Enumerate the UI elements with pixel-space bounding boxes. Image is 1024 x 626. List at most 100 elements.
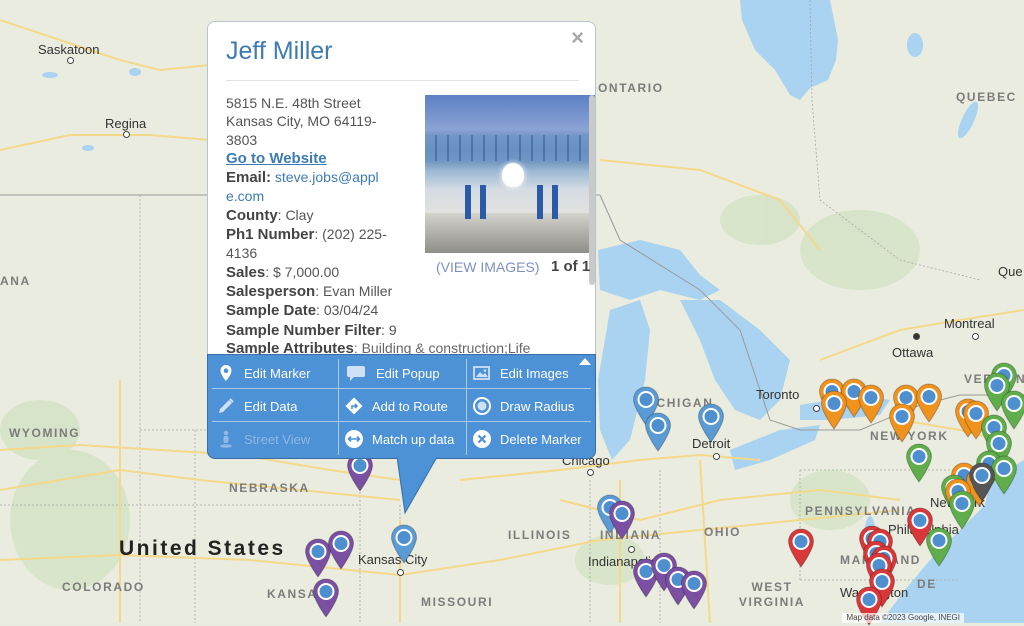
map-marker-green[interactable] [905, 443, 933, 483]
sample-number-row: Sample Number Filter: 9 [226, 321, 416, 340]
divider [226, 80, 579, 81]
draw-radius-label: Draw Radius [500, 398, 575, 414]
region-label-west-virginia: WEST VIRGINIA [738, 580, 806, 609]
street-view-label: Street View [244, 431, 311, 447]
sales-value: : $ 7,000.00 [265, 263, 340, 280]
county-row: County: Clay [226, 206, 416, 225]
popup-details: 5815 N.E. 48th Street Kansas City, MO 64… [226, 94, 416, 340]
map-pin-icon [312, 578, 340, 618]
email-label: Email: [226, 169, 272, 187]
city-dot [123, 131, 130, 138]
match-up-data-button[interactable]: Match up data [344, 423, 454, 455]
speech-bubble-icon [347, 366, 365, 381]
map-attribution[interactable]: Map data ©2023 Google, INEGI [842, 613, 964, 623]
street-view-button[interactable]: Street View [216, 423, 310, 455]
draw-radius-button[interactable]: Draw Radius [472, 390, 574, 422]
map-marker-purple[interactable] [312, 578, 340, 618]
map-marker-blue[interactable] [697, 403, 725, 443]
edit-marker-label: Edit Marker [244, 365, 311, 381]
map-pin-icon [925, 527, 953, 567]
sales-row: Sales: $ 7,000.00 [226, 263, 416, 282]
city-dot [587, 469, 594, 476]
city-dot [397, 569, 404, 576]
map-marker-green[interactable] [925, 527, 953, 567]
edit-marker-button[interactable]: Edit Marker [216, 357, 310, 389]
delete-x-icon [473, 430, 491, 448]
city-label-saskatoon: Saskatoon [38, 42, 100, 57]
map-marker-purple[interactable] [608, 500, 636, 540]
edit-popup-button[interactable]: Edit Popup [344, 357, 440, 389]
match-arrows-icon [345, 430, 363, 448]
region-label-nebraska: NEBRASKA [229, 481, 310, 495]
map-marker-orange[interactable] [820, 390, 848, 430]
close-icon[interactable]: × [571, 27, 584, 49]
map-marker-orange[interactable] [857, 384, 885, 424]
map-pin-icon [857, 384, 885, 424]
map-marker-purple[interactable] [327, 530, 355, 570]
delete-marker-label: Delete Marker [500, 431, 582, 447]
map-marker-purple[interactable] [680, 570, 708, 610]
map-marker-green[interactable] [948, 490, 976, 530]
image-floor [425, 213, 595, 253]
city-dot [972, 333, 979, 340]
salesperson-value: : Evan Miller [315, 282, 393, 299]
collapse-toolbar-icon[interactable] [579, 358, 591, 365]
map-pin-icon [220, 365, 232, 381]
email-value-cont[interactable]: e.com [226, 187, 416, 205]
edit-data-button[interactable]: Edit Data [216, 390, 297, 422]
phone-row: Ph1 Number: (202) 225- [226, 225, 416, 244]
map-marker-orange[interactable] [915, 383, 943, 423]
apple-logo-icon [502, 163, 524, 187]
map-pin-icon [697, 403, 725, 443]
map-pin-icon [644, 412, 672, 452]
address-line-1: 5815 N.E. 48th Street [226, 95, 361, 111]
map-marker-blue[interactable] [644, 412, 672, 452]
map-marker-blue[interactable] [390, 524, 418, 564]
image-figure [480, 185, 486, 219]
map-pin-icon [327, 530, 355, 570]
map-pin-icon [905, 443, 933, 483]
add-to-route-button[interactable]: Add to Route [344, 390, 448, 422]
map-pin-icon [787, 528, 815, 568]
county-label: County [226, 206, 278, 224]
city-label-montreal: Montreal [944, 316, 995, 331]
address-line-2: Kansas City, MO 64119- [226, 113, 377, 130]
address-line-3: 3803 [226, 131, 258, 148]
popup-scrollbar[interactable] [589, 95, 595, 285]
image-figure [465, 185, 471, 219]
popup-card: × Jeff Miller 5815 N.E. 48th Street Kans… [207, 21, 596, 356]
map-marker-orange[interactable] [888, 403, 916, 443]
marker-popup: × Jeff Miller 5815 N.E. 48th Street Kans… [207, 21, 596, 515]
region-label-illinois: ILLINOIS [508, 528, 572, 542]
region-label-delaware: DE [917, 577, 937, 591]
image-figure [537, 185, 543, 219]
county-value: : Clay [277, 206, 314, 223]
website-link[interactable]: Go to Website [226, 150, 327, 167]
country-label: United States [119, 537, 286, 560]
popup-title: Jeff Miller [226, 37, 333, 65]
marker-image[interactable] [425, 95, 595, 253]
add-to-route-label: Add to Route [372, 398, 448, 414]
region-label-missouri: MISSOURI [421, 595, 494, 609]
delete-marker-button[interactable]: Delete Marker [472, 423, 582, 455]
map-pin-icon [888, 403, 916, 443]
view-images-link[interactable]: (VIEW IMAGES) [436, 259, 539, 275]
phone-value: : (202) 225- [314, 226, 387, 243]
map-pin-icon [390, 524, 418, 564]
region-label-pennsylvania: PENNSYLVANIA [805, 504, 917, 518]
email-value[interactable]: steve.jobs@appl [275, 169, 379, 185]
pegman-icon [220, 430, 232, 448]
sample-date-label: Sample Date [226, 302, 317, 320]
map-marker-red[interactable] [787, 528, 815, 568]
region-label-ontario: ONTARIO [598, 81, 664, 95]
email-row: Email: steve.jobs@appl [226, 168, 416, 187]
salesperson-label: Salesperson [226, 282, 316, 300]
image-count: 1 of 1 [551, 258, 591, 275]
region-label-montana: ANA [0, 274, 31, 288]
edit-images-button[interactable]: Edit Images [472, 357, 569, 389]
divider [466, 359, 467, 455]
match-up-data-label: Match up data [372, 431, 455, 447]
map-pin-icon [820, 390, 848, 430]
region-label-ohio: OHIO [704, 525, 742, 539]
city-label-toronto: Toronto [756, 387, 800, 402]
